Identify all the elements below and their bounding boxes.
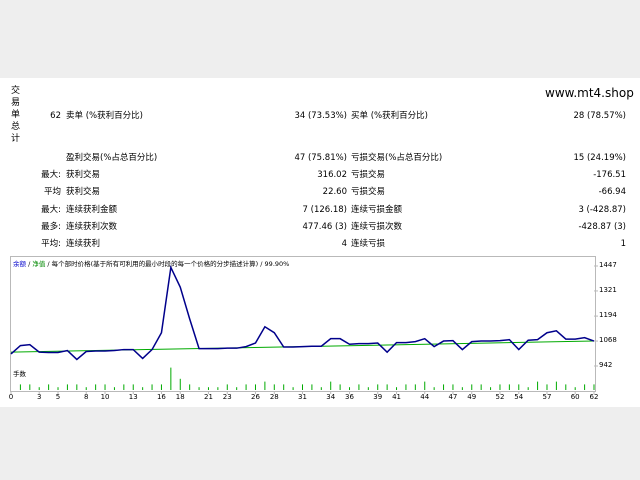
x-tick-label: 54 [514, 393, 524, 401]
x-tick-label: 60 [570, 393, 580, 401]
x-tick-label: 52 [495, 393, 505, 401]
x-tick-label: 36 [345, 393, 354, 401]
y-tick-label: 1194 [599, 311, 617, 320]
x-tick-label: 0 [8, 393, 14, 401]
x-tick-label: 57 [542, 393, 552, 401]
x-tick-label: 10 [100, 393, 110, 401]
x-tick-label: 28 [269, 393, 279, 401]
x-tick-label: 39 [373, 393, 383, 401]
x-tick-label: 62 [589, 393, 599, 401]
x-tick-label: 13 [128, 393, 138, 401]
x-tick-label: 23 [222, 393, 232, 401]
x-tick-label: 21 [203, 393, 213, 401]
x-tick-label: 18 [175, 393, 185, 401]
y-tick-label: 1447 [599, 261, 617, 269]
x-tick-label: 34 [326, 393, 336, 401]
x-tick-label: 16 [156, 393, 166, 401]
x-tick-label: 47 [448, 393, 458, 401]
x-tick-label: 26 [251, 393, 260, 401]
x-tick-label: 5 [55, 393, 61, 401]
y-tick-label: 1068 [599, 336, 617, 345]
x-tick-label: 8 [83, 393, 89, 401]
x-tick-label: 41 [392, 393, 401, 401]
x-tick-label: 44 [420, 393, 430, 401]
x-tick-label: 3 [36, 393, 42, 401]
x-tick-label: 49 [467, 393, 477, 401]
y-tick-label: 942 [599, 361, 613, 369]
balance-line [10, 264, 595, 361]
balance-chart [10, 264, 598, 394]
y-tick-label: 1321 [599, 285, 617, 294]
x-tick-label: 31 [298, 393, 307, 401]
